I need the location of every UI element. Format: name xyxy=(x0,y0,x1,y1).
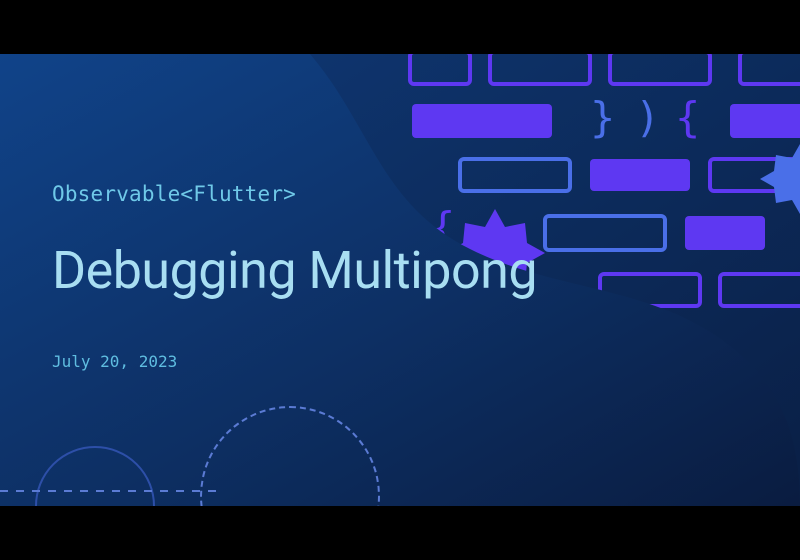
series-label: Observable<Flutter> xyxy=(52,182,296,206)
page-title: Debugging Multipong xyxy=(52,240,537,301)
slide: } ) { { xyxy=(0,54,800,506)
svg-text:{: { xyxy=(675,93,700,142)
slide-date: July 20, 2023 xyxy=(52,352,177,371)
video-frame: } ) { { xyxy=(0,0,800,560)
starburst-icon xyxy=(760,144,800,214)
slide-content: Observable<Flutter> Debugging Multipong … xyxy=(52,54,672,506)
